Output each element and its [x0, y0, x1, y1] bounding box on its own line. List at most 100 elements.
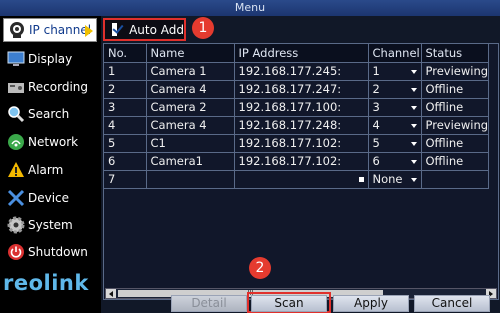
channel-value: 2	[372, 82, 380, 96]
sidebar-item-display[interactable]: Display	[3, 47, 97, 71]
tools-icon	[7, 189, 25, 207]
ip-text: 192.168.177.245:	[238, 64, 342, 78]
ip-text: 192.168.177.248:	[238, 118, 342, 132]
table-row[interactable]: 7 None	[104, 170, 490, 189]
column-header-channel: Channel	[368, 44, 422, 63]
table-row[interactable]: 5 C1 192.168.177.102: 5 Offline	[104, 134, 490, 153]
dropdown-arrow-icon	[410, 87, 417, 92]
sidebar-item-label: Display	[28, 52, 73, 66]
channel-select[interactable]: 3	[368, 98, 422, 117]
sidebar-item-label: Network	[28, 135, 79, 149]
table-row[interactable]: 1 Camera 1 192.168.177.245: 1 Previewing	[104, 62, 490, 81]
ip-text: 192.168.177.102:	[238, 136, 342, 150]
recorder-icon	[7, 78, 25, 96]
sidebar-item-network[interactable]: Network	[3, 130, 97, 154]
cell-status: Offline	[421, 134, 490, 153]
channel-value: 5	[372, 136, 380, 150]
selected-arrow-icon	[85, 25, 93, 37]
cell-name[interactable]	[146, 170, 235, 189]
channel-select[interactable]: None	[368, 170, 422, 189]
channel-select[interactable]: 1	[368, 62, 422, 81]
cell-name[interactable]: Camera 1	[146, 62, 235, 81]
ip-channel-table: No. Name IP Address Channel Status 1 Cam…	[103, 43, 499, 300]
dropdown-arrow-icon	[410, 141, 417, 146]
column-header-no: No.	[104, 44, 147, 63]
sidebar-item-label: Recording	[28, 80, 89, 94]
sidebar-item-ip-channel[interactable]: IP channel	[3, 18, 97, 42]
cell-no: 5	[104, 134, 147, 153]
auto-add-label: Auto Add	[129, 22, 184, 37]
cell-no: 7	[104, 170, 147, 189]
reolink-logo: reolink	[3, 271, 89, 295]
column-header-ip-address: IP Address	[234, 44, 369, 63]
table-row[interactable]: 4 Camera 4 192.168.177.248: 4 Previewing	[104, 116, 490, 135]
button-bar: Detail Scan Apply Cancel	[101, 295, 500, 312]
dropdown-arrow-icon	[410, 123, 417, 128]
cell-ip-address[interactable]	[234, 170, 369, 189]
cell-no: 3	[104, 98, 147, 117]
cell-ip-address[interactable]: 192.168.177.245:	[234, 62, 369, 81]
annotation-badge-2: 2	[249, 257, 271, 279]
channel-value: None	[372, 172, 403, 186]
cell-ip-address[interactable]: 192.168.177.247:	[234, 80, 369, 99]
annotation-badge-1: 1	[192, 17, 214, 39]
power-icon	[7, 243, 25, 261]
column-header-status: Status	[421, 44, 490, 63]
channel-value: 1	[372, 64, 380, 78]
sidebar-item-alarm[interactable]: Alarm	[3, 158, 97, 182]
ip-text: 192.168.177.102:	[238, 154, 342, 168]
checkbox-checked-icon[interactable]	[112, 23, 118, 36]
sidebar-item-label: Alarm	[28, 163, 64, 177]
camera-icon	[8, 21, 26, 39]
sidebar-item-search[interactable]: Search	[3, 102, 97, 126]
cell-no: 6	[104, 152, 147, 171]
cell-name[interactable]: Camera 2	[146, 98, 235, 117]
cell-ip-address[interactable]: 192.168.177.102:	[234, 134, 369, 153]
channel-value: 3	[372, 100, 380, 114]
cancel-button[interactable]: Cancel	[414, 295, 490, 312]
sidebar-item-system[interactable]: System	[3, 213, 97, 237]
sidebar: IP channel Display Recording Search Netw…	[0, 16, 100, 313]
sidebar-item-label: Shutdown	[28, 245, 88, 259]
cell-status: Previewing	[421, 116, 490, 135]
network-icon	[7, 133, 25, 151]
table-header-row: No. Name IP Address Channel Status	[104, 44, 490, 63]
sidebar-item-device[interactable]: Device	[3, 186, 97, 210]
scan-button[interactable]: Scan	[251, 295, 327, 312]
cell-name[interactable]: Camera1	[146, 152, 235, 171]
sidebar-item-label: System	[28, 218, 73, 232]
cell-status: Offline	[421, 152, 490, 171]
channel-select[interactable]: 6	[368, 152, 422, 171]
ip-channel-panel: Auto Add 1 No. Name IP Address Channel S…	[101, 16, 500, 313]
cell-ip-address[interactable]: 192.168.177.102:	[234, 152, 369, 171]
detail-button[interactable]: Detail	[171, 295, 247, 312]
table-row[interactable]: 2 Camera 4 192.168.177.247: 2 Offline	[104, 80, 490, 99]
table-row[interactable]: 6 Camera1 192.168.177.102: 6 Offline	[104, 152, 490, 171]
cell-ip-address[interactable]: 192.168.177.248:	[234, 116, 369, 135]
channel-value: 4	[372, 118, 380, 132]
dropdown-arrow-icon	[410, 69, 417, 74]
auto-add-checkbox[interactable]: Auto Add	[103, 18, 186, 41]
channel-select[interactable]: 5	[368, 134, 422, 153]
table-row[interactable]: 3 Camera 2 192.168.177.100: 3 Offline	[104, 98, 490, 117]
window-title-bar: Menu	[0, 0, 500, 16]
gear-icon	[7, 216, 25, 234]
sidebar-item-recording[interactable]: Recording	[3, 75, 97, 99]
cell-name[interactable]: Camera 4	[146, 116, 235, 135]
cell-ip-address[interactable]: 192.168.177.100:	[234, 98, 369, 117]
sidebar-item-label: Search	[28, 107, 70, 121]
channel-select[interactable]: 4	[368, 116, 422, 135]
cell-no: 1	[104, 62, 147, 81]
dropdown-arrow-icon	[410, 159, 417, 164]
channel-select[interactable]: 2	[368, 80, 422, 99]
window-title: Menu	[234, 1, 266, 14]
cell-name[interactable]: Camera 4	[146, 80, 235, 99]
cell-name[interactable]: C1	[146, 134, 235, 153]
cell-status	[421, 170, 490, 189]
dropdown-arrow-icon	[410, 177, 417, 182]
column-header-name: Name	[146, 44, 235, 63]
sidebar-item-label: Device	[28, 191, 70, 205]
sidebar-item-shutdown[interactable]: Shutdown	[3, 240, 97, 264]
cell-status: Previewing	[421, 62, 490, 81]
apply-button[interactable]: Apply	[333, 295, 409, 312]
